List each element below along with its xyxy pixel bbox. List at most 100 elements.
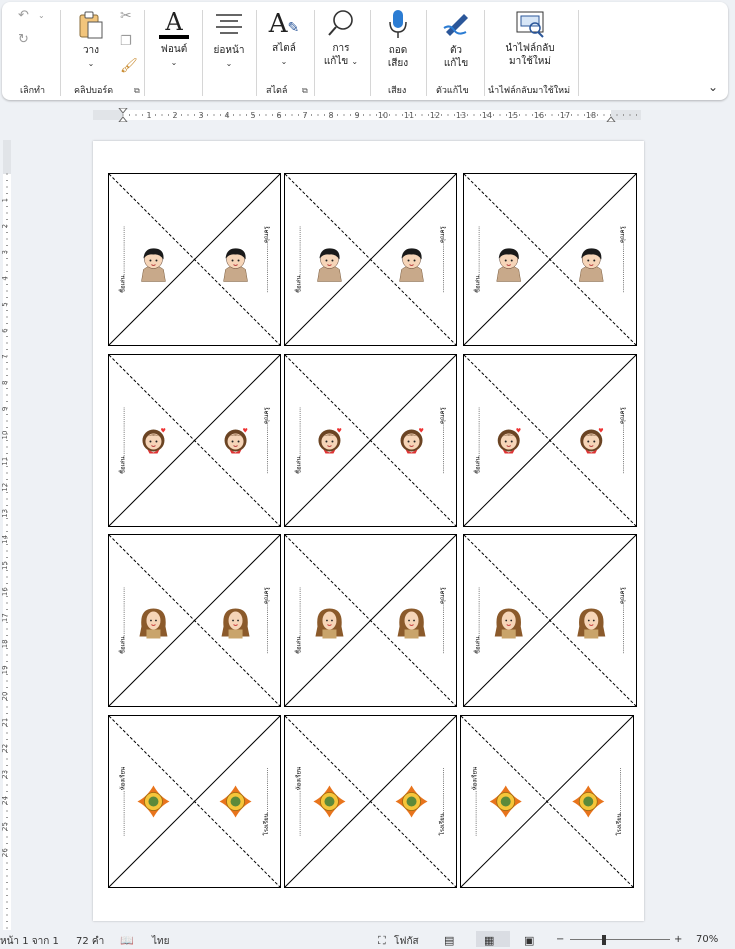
card-label-left: ........................ห้องเรียน [118,767,126,836]
character-right [577,608,606,639]
editor-button[interactable]: ตัว แก้ไข [434,8,478,70]
character-left: ♥ [142,428,166,454]
ruler-tick-label: 10 [1,431,9,440]
name-card[interactable]: ชื่อเล่น................................… [108,173,281,346]
name-card[interactable]: ........................ห้องเรียน โรงเรีย… [108,715,281,888]
font-button[interactable]: A ฟอนต์ ⌄ [150,10,198,69]
editor-label-line2: แก้ไข [443,58,469,69]
name-card[interactable]: ชื่อเล่น................................… [284,534,457,707]
dictate-label-line1: ถอด [388,45,408,56]
card-label-right: ..........................คุณครู [263,587,270,654]
zoom-slider-thumb[interactable] [602,935,606,945]
ruler-tick-label: 4 [1,276,9,281]
ruler-tick-label: 16 [534,111,544,120]
editor-label-line1: ตัว [449,45,463,56]
name-card[interactable]: ชื่อเล่น................................… [463,534,637,707]
zoom-out-icon[interactable]: − [556,934,564,945]
reuse-files-button[interactable]: นำไฟล์กลับ มาใช้ใหม่ [498,10,562,68]
undo-group: ↶ ⌄ ↻ เลิกทำ [2,2,60,100]
name-card[interactable]: ♥ ♥ ชื่อเล่น..............................… [463,354,637,527]
name-card[interactable]: ชื่อเล่น................................… [108,534,281,707]
ruler-tick-label: 12 [430,111,440,120]
card-label-left: ชื่อเล่น.......................... [294,407,302,474]
name-card[interactable]: ♥ ♥ ชื่อเล่น..............................… [108,354,281,527]
ruler-tick-label: 13 [456,111,466,120]
ruler-tick-label: 13 [1,509,9,518]
collapse-ribbon-icon[interactable]: ⌄ [708,80,718,94]
font-dropdown-icon: ⌄ [170,58,178,67]
name-card[interactable]: ........................ห้องเรียน โรงเรีย… [284,715,457,888]
paste-dropdown-icon[interactable]: ⌄ [74,57,108,70]
ruler-tick-label: 18 [1,639,9,648]
ruler-tick-label: 12 [1,483,9,492]
voice-group: ถอด เสียง เสียง [370,2,426,100]
font-label: ฟอนต์ [160,44,188,55]
character-right [397,608,426,639]
ruler-tick-label: 3 [1,250,9,254]
editing-button[interactable]: การ แก้ไข ⌄ [318,8,364,68]
ruler-tick-label: 24 [1,795,9,804]
character-right: ♥ [224,428,248,454]
styles-group-label: สไตล์ [266,86,288,96]
clipboard-launcher-icon[interactable]: ⧉ [134,86,140,96]
print-layout-icon[interactable]: ▦ [484,934,494,947]
ruler-tick-label: 21 [1,718,9,727]
clipboard-group: วาง ⌄ ✂ ❐ 🖌 คลิปบอร์ด ⧉ [60,2,144,100]
focus-icon[interactable]: ⛶ [378,934,386,948]
card-label-right: ..........................คุณครู [439,226,446,293]
card-label-left: ชื่อเล่น.......................... [294,587,302,654]
paste-label: วาง [82,45,100,56]
format-painter-icon[interactable]: 🖌 [120,58,138,74]
editing-dropdown-icon: ⌄ [351,57,359,66]
character-left [141,248,166,282]
editing-label-line1: การ [332,43,350,54]
card-label-right: ..........................คุณครู [619,587,626,654]
styles-button[interactable]: A✎ สไตล์ ⌄ [266,10,302,68]
zoom-slider[interactable] [570,939,670,940]
paragraph-button[interactable]: ย่อหน้า ⌄ [206,12,252,70]
undo-dropdown-icon[interactable]: ⌄ [38,11,45,20]
copy-icon[interactable]: ❐ [120,34,132,49]
proofing-icon[interactable]: 📖 [120,934,134,947]
paste-button[interactable]: วาง ⌄ [74,10,108,70]
read-mode-icon[interactable]: ▤ [444,934,454,947]
horizontal-ruler[interactable]: 1 2 3 4 5 6 7 8 9 10 11 12 13 14 15 16 17 18 [93,107,641,123]
search-icon [328,10,353,36]
editor-pen-icon [443,14,468,36]
document-page[interactable]: ชื่อเล่น................................… [93,141,644,921]
styles-launcher-icon[interactable]: ⧉ [302,86,308,96]
card-label-left: ชื่อเล่น.......................... [118,407,126,474]
ruler-tick-label: 5 [250,111,255,120]
redo-icon[interactable]: ↻ [18,32,29,47]
name-card[interactable]: ........................ห้องเรียน โรงเรีย… [460,715,634,888]
ruler-tick-label: 9 [354,111,359,120]
ruler-tick-label: 8 [1,381,9,385]
web-layout-icon[interactable]: ▣ [524,934,534,947]
ruler-tick-label: 20 [1,692,9,701]
card-label-right: ..........................คุณครู [439,587,446,654]
reuse-label-line2: มาใช้ใหม่ [509,56,551,67]
card-label-right: ..........................คุณครู [263,407,270,474]
card-label-left: ชื่อเล่น.......................... [294,226,302,293]
name-card[interactable]: ชื่อเล่น................................… [284,173,457,346]
styles-group: A✎ สไตล์ ⌄ สไตล์ ⧉ [256,2,314,100]
zoom-level[interactable]: 70% [696,934,718,945]
character-left: ♥ [318,428,342,454]
svg-text:♥: ♥ [516,428,521,435]
editing-label-line2: แก้ไข [323,56,349,67]
ruler-tick-label: 18 [586,111,596,120]
card-label-right: โรงเรียน........................ [438,767,446,835]
cut-icon[interactable]: ✂ [120,8,132,24]
ruler-tick-label: 17 [1,613,9,622]
name-card[interactable]: ชื่อเล่น................................… [463,173,637,346]
dictate-button[interactable]: ถอด เสียง [376,8,420,70]
ruler-tick-label: 6 [1,328,9,333]
name-card[interactable]: ♥ ♥ ชื่อเล่น..............................… [284,354,457,527]
reuse-group: นำไฟล์กลับ มาใช้ใหม่ นำไฟล์กลับมาใช้ใหม่ [484,2,576,100]
undo-icon[interactable]: ↶ [18,8,29,23]
ruler-tick-label: 1 [1,198,9,202]
ruler-tick-label: 11 [404,111,414,120]
undo-group-label: เลิกทำ [20,86,46,96]
vertical-ruler[interactable]: 1 2 3 4 5 6 7 8 9 10 11 12 13 14 15 16 17 18 19 20 21 22 23 24 2… [0,140,14,930]
zoom-in-icon[interactable]: + [674,934,682,945]
